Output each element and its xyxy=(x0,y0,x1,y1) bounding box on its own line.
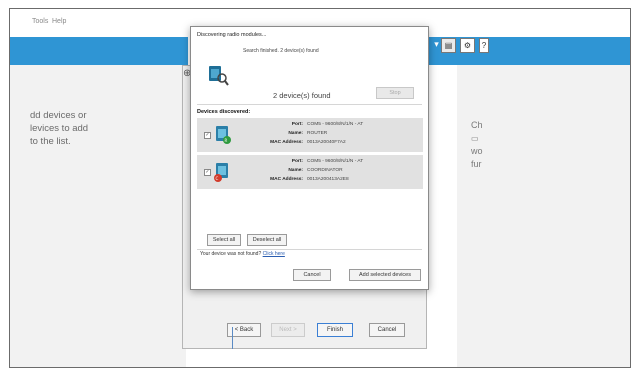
deselect-all-button[interactable]: Deselect all xyxy=(247,234,287,246)
coordinator-device-icon: C xyxy=(214,163,228,182)
svg-text:R: R xyxy=(225,138,228,143)
search-radio-icon xyxy=(209,66,229,86)
name-label: Name: xyxy=(288,168,303,173)
device-checkbox[interactable]: ✓ xyxy=(204,132,211,139)
empty-hint: dd devices or levices to add to the list… xyxy=(30,109,170,148)
mac-label: MAC Address: xyxy=(270,140,303,145)
mac-value: 0013A20040F7A2 xyxy=(307,140,346,145)
working-area-hint: Ch ▭ wo fur xyxy=(471,119,483,171)
working-area-pane xyxy=(457,65,630,367)
device-row[interactable]: ✓ C Port: COM5 - 9600/8/N/1/N - AT Name:… xyxy=(197,155,423,189)
found-count: 2 device(s) found xyxy=(273,91,331,100)
menu-help[interactable]: Help xyxy=(52,18,66,25)
not-found-hint: Your device was not found? Click here xyxy=(200,251,285,257)
port-value: COM5 - 9600/8/N/1/N - AT xyxy=(307,159,364,164)
dialog-title: Discovering radio modules... xyxy=(197,32,267,38)
select-all-button[interactable]: Select all xyxy=(207,234,241,246)
device-checkbox[interactable]: ✓ xyxy=(204,169,211,176)
menu-tools[interactable]: Tools xyxy=(32,18,48,25)
help-icon[interactable]: ? xyxy=(479,38,489,53)
next-button[interactable]: Next > xyxy=(271,323,305,337)
dialog-cancel-button[interactable]: Cancel xyxy=(293,269,331,281)
network-icon[interactable]: ⚙ xyxy=(460,38,475,53)
connector-line xyxy=(232,327,233,349)
port-label: Port: xyxy=(291,159,303,164)
hint-line-2: levices to add xyxy=(30,123,89,134)
stop-button[interactable]: Stop xyxy=(376,87,414,99)
app-window: Tools Help ✕ ▾ ▤ ⚙ ? dd devices or levic… xyxy=(9,8,631,368)
hint-line-3: to the list. xyxy=(30,136,71,147)
add-selected-button[interactable]: Add selected devices xyxy=(349,269,421,281)
right-hint-line-2: wo xyxy=(471,146,483,156)
wizard-cancel-button[interactable]: Cancel xyxy=(369,323,405,337)
device-row[interactable]: ✓ R Port: COM5 - 9600/8/N/1/N - AT Name:… xyxy=(197,118,423,152)
click-here-link[interactable]: Click here xyxy=(263,251,285,257)
port-label: Port: xyxy=(291,122,303,127)
finish-button[interactable]: Finish xyxy=(317,323,353,337)
search-status: Search finished. 2 device(s) found xyxy=(243,48,319,54)
monitor-icon: ▭ xyxy=(471,134,479,143)
separator xyxy=(197,104,422,105)
right-hint-line-3: fur xyxy=(471,159,482,169)
devices-heading: Devices discovered: xyxy=(197,109,251,115)
router-device-icon: R xyxy=(216,126,231,144)
right-hint-line-1: Ch xyxy=(471,120,483,130)
mac-label: MAC Address: xyxy=(270,177,303,182)
toolbar-left xyxy=(10,37,188,65)
port-value: COM5 - 9600/8/N/1/N - AT xyxy=(307,122,364,127)
name-value: ROUTER xyxy=(307,131,328,136)
svg-text:C: C xyxy=(216,176,219,181)
console-icon[interactable]: ▤ xyxy=(441,38,456,53)
discovering-dialog: Discovering radio modules... Search fini… xyxy=(190,26,429,290)
not-found-text: Your device was not found? xyxy=(200,251,262,257)
hint-line-1: dd devices or xyxy=(30,110,87,121)
separator xyxy=(197,249,422,250)
mac-value: 0013A200413A2E8 xyxy=(307,177,349,182)
name-label: Name: xyxy=(288,131,303,136)
name-value: COORDINATOR xyxy=(307,168,343,173)
